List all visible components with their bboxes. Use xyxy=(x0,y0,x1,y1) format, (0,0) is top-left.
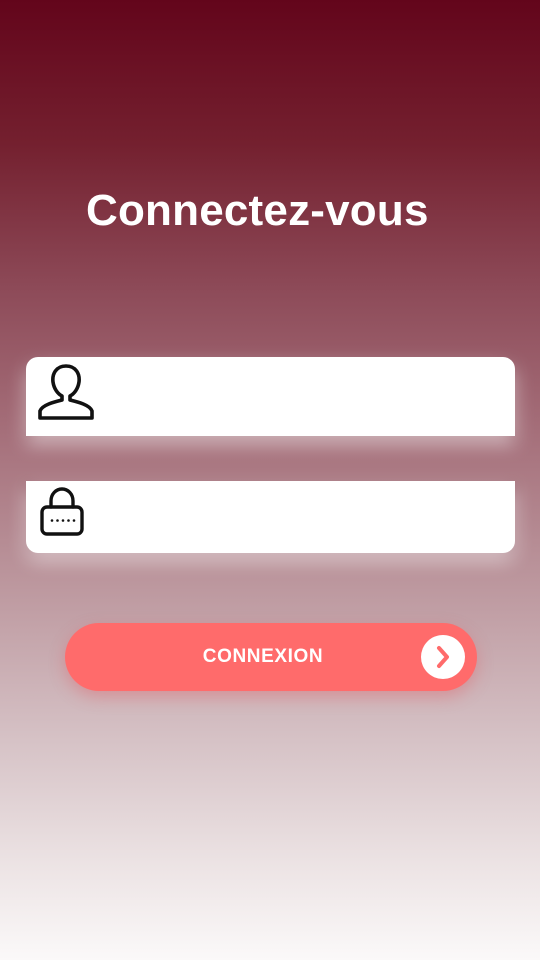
lock-icon xyxy=(40,487,84,536)
password-field[interactable] xyxy=(26,481,515,553)
user-icon xyxy=(38,364,94,420)
password-input[interactable] xyxy=(112,481,499,553)
login-button[interactable]: CONNEXION xyxy=(65,623,477,691)
arrow-circle xyxy=(421,635,465,679)
username-input[interactable] xyxy=(112,357,499,436)
page-title: Connectez-vous xyxy=(86,186,429,235)
login-button-label: CONNEXION xyxy=(202,646,324,667)
username-field[interactable] xyxy=(26,357,515,436)
chevron-right-icon xyxy=(437,646,449,668)
